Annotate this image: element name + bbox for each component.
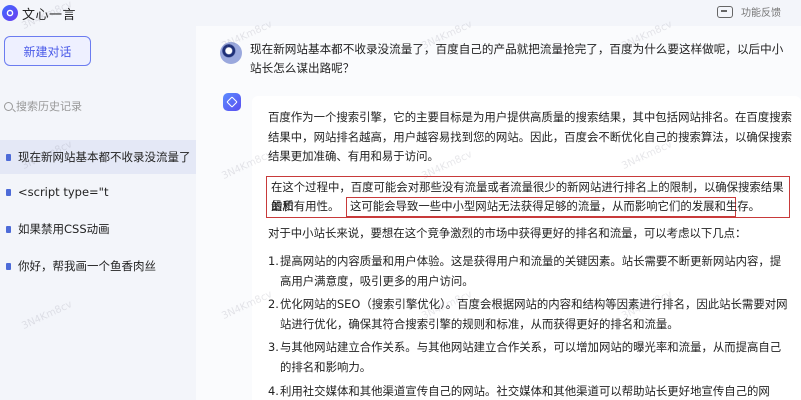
app-logo[interactable]: 文心一言: [2, 4, 76, 23]
list-text: 与其他网站建立合作关系。与其他网站建立合作关系，可以增加网站的曝光率和流量，从而…: [280, 340, 782, 374]
list-item: 2. 优化网站的SEO（搜索引擎优化）。百度会根据网站的内容和结构等因素进行排名…: [268, 295, 792, 334]
history-item-label: <script type="t: [18, 185, 109, 199]
chat-icon: [6, 225, 11, 233]
bot-avatar: [223, 93, 241, 111]
history-item[interactable]: <script type="t: [0, 175, 196, 209]
list-item: 1. 提高网站的内容质量和用户体验。这是获得用户和流量的关键因素。站长需要不断更…: [268, 252, 792, 291]
history-item-label: 如果禁用CSS动画: [18, 222, 110, 236]
chat-area: 现在新网站基本都不收录没流量了，百度自己的产品就把流量抢完了，百度为什么要这样做…: [196, 26, 801, 400]
history-item-label: 现在新网站基本都不收录没流量了: [18, 150, 191, 164]
list-number: 4.: [268, 384, 279, 398]
feedback-label: 功能反馈: [741, 8, 781, 19]
new-chat-button[interactable]: 新建对话: [4, 36, 91, 66]
bot-message: 百度作为一个搜索引擎，它的主要目标是为用户提供高质量的搜索结果，其中包括网站排名…: [252, 96, 801, 400]
user-avatar: [220, 42, 242, 64]
bot-paragraph: 百度作为一个搜索引擎，它的主要目标是为用户提供高质量的搜索结果，其中包括网站排名…: [268, 110, 792, 163]
highlighted-sentence: 这可能会导致一些中小型网站无法获得足够的流量，从而影响它们的发展和生存。: [350, 199, 761, 213]
chat-icon: [6, 262, 11, 270]
app-title: 文心一言: [22, 7, 77, 23]
list-text: 提高网站的内容质量和用户体验。这是获得用户和流量的关键因素。站长需要不断更新网站…: [280, 254, 782, 288]
bot-paragraph: 对于中小站长来说，要想在这个竞争激烈的市场中获得更好的排名和流量，可以考虑以下几…: [268, 226, 747, 240]
list-number: 3.: [268, 340, 279, 354]
history-item[interactable]: 你好，帮我画一个鱼香肉丝: [0, 249, 196, 283]
search-icon: [4, 101, 13, 111]
user-message-text: 现在新网站基本都不收录没流量了，百度自己的产品就把流量抢完了，百度为什么要这样做…: [250, 42, 784, 75]
bot-paragraph-line: 量和有用性。: [271, 199, 340, 213]
list-item: 4. 利用社交媒体和其他渠道宣传自己的网站。社交媒体和其他渠道可以帮助站长更好地…: [268, 382, 792, 400]
chat-icon: [6, 153, 11, 161]
highlight-box: 在这个过程中，百度可能会对那些没有流量或者流量很少的新网站进行排名上的限制，以确…: [266, 176, 790, 218]
list-item: 3. 与其他网站建立合作关系。与其他网站建立合作关系，可以增加网站的曝光率和流量…: [268, 338, 792, 377]
search-placeholder: 搜索历史记录: [16, 100, 82, 113]
history-item[interactable]: 现在新网站基本都不收录没流量了: [0, 140, 196, 174]
bot-logo-icon: [226, 96, 238, 108]
chat-icon: [6, 188, 11, 196]
list-text: 优化网站的SEO（搜索引擎优化）。百度会根据网站的内容和结构等因素进行排名，因此…: [280, 297, 788, 331]
feedback-button[interactable]: 功能反馈: [717, 4, 781, 19]
feedback-icon: [717, 5, 733, 18]
list-number: 1.: [268, 254, 279, 268]
history-search[interactable]: 搜索历史记录: [4, 98, 82, 114]
top-bar: 文心一言 功能反馈: [0, 0, 801, 26]
sidebar: 新建对话 搜索历史记录 现在新网站基本都不收录没流量了 <script type…: [0, 26, 196, 400]
logo-icon: [2, 5, 18, 21]
list-text: 利用社交媒体和其他渠道宣传自己的网站。社交媒体和其他渠道可以帮助站长更好地宣传自…: [280, 384, 770, 398]
history-item-label: 你好，帮我画一个鱼香肉丝: [18, 259, 156, 273]
history-item[interactable]: 如果禁用CSS动画: [0, 212, 196, 246]
list-number: 2.: [268, 297, 279, 311]
